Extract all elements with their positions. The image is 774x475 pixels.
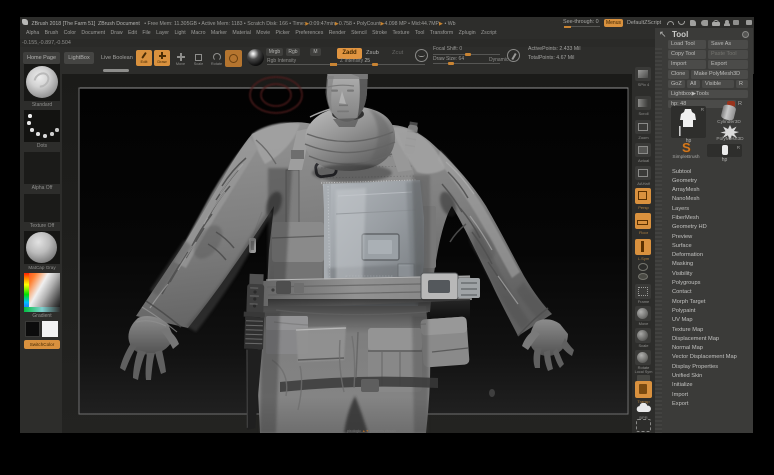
svg-text:pixologic ▲▼ presents zbrush: pixologic ▲▼ presents zbrush [347, 429, 396, 433]
